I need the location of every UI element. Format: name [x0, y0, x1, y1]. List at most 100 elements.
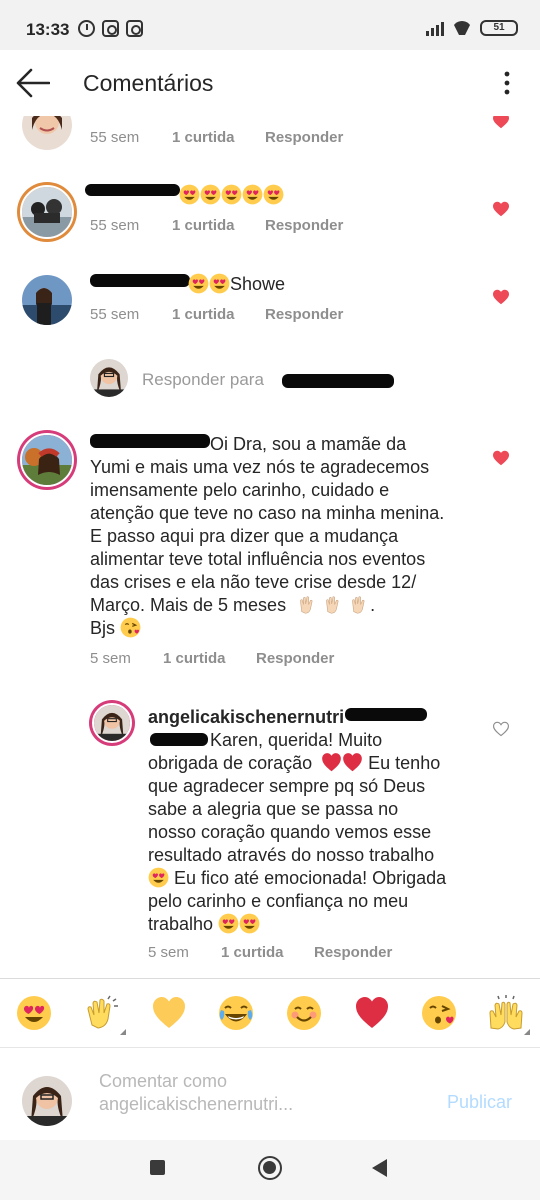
- tears-of-joy-emoji-icon[interactable]: [218, 995, 254, 1031]
- reply-line: trabalho: [148, 914, 214, 934]
- instagram-notification-icon: [126, 20, 143, 37]
- smiling-hearts-emoji-icon: [218, 913, 239, 934]
- heart-eyes-emoji-icon: [179, 184, 200, 205]
- heart-eyes-emoji-icon: [209, 273, 230, 294]
- comment-input[interactable]: Comentar como angelicakischenernutri...: [99, 1070, 293, 1116]
- more-options-icon[interactable]: [496, 68, 518, 98]
- comment-time: 55 sem: [90, 306, 140, 323]
- reply-button[interactable]: Responder: [265, 217, 343, 234]
- comment-line: E passo aqui pra dizer que a mudança: [90, 526, 399, 546]
- comment-time: 55 sem: [90, 129, 140, 146]
- smiling-face-emoji-icon[interactable]: [286, 995, 322, 1031]
- like-heart-icon[interactable]: [492, 201, 510, 217]
- recent-apps-button[interactable]: [150, 1160, 165, 1175]
- reply-line: Eu fico até emocionada! Obrigada: [174, 868, 447, 888]
- like-heart-outline-icon[interactable]: [492, 721, 510, 737]
- comment-meta: 55 sem 1 curtida Responder: [90, 217, 343, 234]
- heart-eyes-emoji-icon: [200, 184, 221, 205]
- comment-likes[interactable]: 1 curtida: [172, 129, 265, 146]
- comment-line-with-emoji: Março. Mais de 5 meses .: [90, 594, 376, 615]
- comment-likes[interactable]: 1 curtida: [163, 650, 256, 667]
- like-heart-icon[interactable]: [492, 116, 510, 129]
- back-button[interactable]: [372, 1159, 387, 1177]
- yellow-heart-emoji-icon[interactable]: [151, 995, 187, 1031]
- comment-line: das crises e ela não teve crise desde 12…: [90, 572, 417, 592]
- kissing-face-emoji-icon[interactable]: [421, 995, 457, 1031]
- reply-line-with-emoji: trabalho: [148, 913, 488, 936]
- reply-to-label[interactable]: Responder para: [142, 370, 264, 390]
- red-heart-emoji-icon[interactable]: [354, 995, 390, 1031]
- system-icons: 51: [426, 20, 518, 36]
- comment-text: Oi Dra, sou a mamãe da Yumi e mais uma v…: [90, 433, 490, 640]
- clapping-hands-emoji-icon: [349, 594, 370, 615]
- comment-meta: 5 sem 1 curtida Responder: [90, 650, 334, 667]
- notification-icons: [78, 20, 143, 37]
- redacted-username: [282, 374, 394, 388]
- page-title: Comentários: [83, 70, 214, 96]
- comment-likes[interactable]: 1 curtida: [172, 217, 265, 234]
- avatar[interactable]: [17, 430, 77, 490]
- reply-username[interactable]: angelicakischenernutri: [148, 707, 344, 727]
- red-heart-emoji-icon: [342, 752, 363, 773]
- heart-eyes-emoji-icon: [148, 867, 169, 888]
- heart-eyes-emoji-icon: [188, 273, 209, 294]
- heart-eyes-emoji-icon: [221, 184, 242, 205]
- reply-time: 5 sem: [148, 944, 189, 961]
- heart-eyes-emoji-icon: [263, 184, 284, 205]
- comment-line: Yumi e mais uma vez nós te agradecemos: [90, 457, 430, 477]
- reply-first-line: angelicakischenernutri: [148, 706, 488, 729]
- clapping-hands-emoji-icon[interactable]: [84, 995, 120, 1031]
- back-arrow-icon[interactable]: [16, 67, 50, 99]
- comment-line-with-emoji: Bjs: [90, 617, 490, 640]
- avatar[interactable]: [89, 700, 135, 746]
- reply-meta: 5 sem 1 curtida Responder: [148, 944, 392, 961]
- instagram-notification-icon: [102, 20, 119, 37]
- reply-line: obrigada de coração: [148, 753, 313, 773]
- reply-button[interactable]: Responder: [265, 306, 343, 323]
- reply-button[interactable]: Responder: [265, 129, 343, 146]
- skin-tone-indicator: [120, 1029, 126, 1035]
- comment-input-placeholder: Comentar como: [99, 1071, 228, 1091]
- comment-line: Oi Dra, sou a mamãe da: [210, 434, 407, 454]
- comment-meta: 55 sem 1 curtida Responder: [90, 306, 343, 323]
- avatar[interactable]: [22, 116, 72, 150]
- redacted-mention: [150, 733, 208, 746]
- reply-button[interactable]: Responder: [314, 944, 392, 961]
- reply-likes[interactable]: 1 curtida: [221, 944, 314, 961]
- redacted-username: [345, 708, 427, 721]
- reply-line: resultado através do nosso trabalho: [148, 845, 435, 865]
- wifi-icon: [452, 21, 472, 35]
- heart-eyes-emoji-icon: [242, 184, 263, 205]
- smiling-hearts-emoji-icon: [239, 913, 260, 934]
- comment-text-content: Showe: [230, 274, 286, 294]
- status-bar: 13:33 51: [0, 0, 540, 50]
- reply-line-with-emoji: obrigada de coração Eu tenho: [148, 752, 488, 775]
- comment-line: alimentar teve total influência nos even…: [90, 549, 426, 569]
- like-heart-icon[interactable]: [492, 450, 510, 466]
- clock: 13:33: [26, 20, 70, 39]
- publish-button[interactable]: Publicar: [447, 1092, 512, 1113]
- avatar[interactable]: [17, 182, 77, 242]
- clapping-hands-emoji-icon: [297, 594, 318, 615]
- heart-eyes-emoji-icon[interactable]: [16, 995, 52, 1031]
- comment-input-placeholder: angelicakischenernutri...: [99, 1094, 294, 1114]
- reply-button[interactable]: Responder: [256, 650, 334, 667]
- raising-hands-emoji-icon[interactable]: [488, 995, 524, 1031]
- redacted-username: [90, 274, 190, 287]
- signal-icon: [426, 20, 444, 36]
- system-navigation-bar: [0, 1140, 540, 1200]
- avatar: [90, 359, 128, 397]
- reply-line: que agradecer sempre pq só Deus: [148, 776, 426, 796]
- comment-text: [179, 184, 284, 207]
- battery-icon: 51: [480, 20, 518, 36]
- comment-likes[interactable]: 1 curtida: [172, 306, 265, 323]
- reply-line: pelo carinho e confiança no meu: [148, 891, 409, 911]
- comment-line: Bjs: [90, 618, 116, 638]
- skin-tone-indicator: [524, 1029, 530, 1035]
- clapping-hands-emoji-icon: [323, 594, 344, 615]
- home-button[interactable]: [258, 1156, 282, 1180]
- comment-line: atenção que teve no caso na minha menina…: [90, 503, 445, 523]
- comment-meta: 55 sem 1 curtida Responder: [90, 129, 343, 146]
- like-heart-icon[interactable]: [492, 289, 510, 305]
- avatar[interactable]: [22, 275, 72, 325]
